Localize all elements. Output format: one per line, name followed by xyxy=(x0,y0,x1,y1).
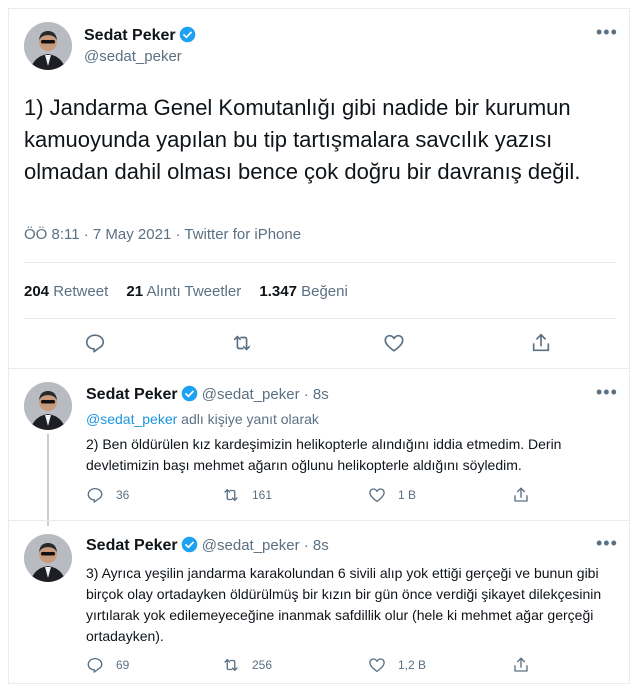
divider xyxy=(24,262,616,263)
retweet-button[interactable]: 161 xyxy=(222,486,272,504)
author-name[interactable]: Sedat Peker xyxy=(84,27,176,44)
share-icon xyxy=(512,656,530,674)
share-button[interactable] xyxy=(512,656,542,674)
avatar[interactable] xyxy=(24,534,72,582)
more-icon[interactable]: ••• xyxy=(596,533,618,554)
more-icon[interactable]: ••• xyxy=(596,22,618,43)
share-button[interactable] xyxy=(512,486,542,504)
author-name-row[interactable]: Sedat Peker xyxy=(84,26,196,45)
reply-text: 2) Ben öldürülen kız kardeşimizin heliko… xyxy=(86,436,562,473)
share-icon[interactable] xyxy=(530,332,552,354)
tweet-stats: 204 Retweet 21 Alıntı Tweetler 1.347 Beğ… xyxy=(24,283,362,300)
reply-button[interactable]: 36 xyxy=(86,486,129,504)
author-handle[interactable]: @sedat_peker xyxy=(202,537,300,554)
like-count: 1,2 B xyxy=(398,658,427,672)
reply-text: 3) Ayrıca yeşilin jandarma karakolundan … xyxy=(86,565,602,644)
like-icon xyxy=(368,486,386,504)
tweet-meta[interactable]: ÖÖ 8:11 · 7 May 2021 · Twitter for iPhon… xyxy=(24,226,301,243)
like-icon[interactable] xyxy=(383,332,405,354)
author-handle[interactable]: @sedat_peker xyxy=(84,48,182,65)
thread-line xyxy=(47,434,49,526)
quotes-stat[interactable]: 21 Alıntı Tweetler xyxy=(126,283,241,300)
tweet-time[interactable]: · 8s xyxy=(304,537,329,554)
author-name[interactable]: Sedat Peker xyxy=(86,386,178,403)
tweet-text: 1) Jandarma Genel Komutanlığı gibi nadid… xyxy=(24,95,581,184)
author-handle[interactable]: @sedat_peker xyxy=(202,386,300,403)
like-icon xyxy=(368,656,386,674)
author-name[interactable]: Sedat Peker xyxy=(86,537,178,554)
retweet-count: 161 xyxy=(252,488,273,502)
reply-count: 36 xyxy=(116,488,130,502)
share-icon xyxy=(512,486,530,504)
retweet-button[interactable]: 256 xyxy=(222,656,272,674)
reply-to-handle[interactable]: @sedat_peker xyxy=(86,411,177,427)
retweet-icon xyxy=(222,486,240,504)
like-button[interactable]: 1 B xyxy=(368,486,416,504)
verified-badge-icon xyxy=(181,385,198,402)
tweet-time[interactable]: · 8s xyxy=(304,386,329,403)
reply-button[interactable]: 69 xyxy=(86,656,129,674)
reply-icon xyxy=(86,486,104,504)
retweet-icon xyxy=(222,656,240,674)
like-count: 1 B xyxy=(398,488,417,502)
reply-icon[interactable] xyxy=(84,332,106,354)
reply-count: 69 xyxy=(116,658,130,672)
likes-stat[interactable]: 1.347 Beğeni xyxy=(259,283,347,300)
divider xyxy=(24,318,616,319)
retweet-icon[interactable] xyxy=(231,332,253,354)
reply-to-suffix: adlı kişiye yanıt olarak xyxy=(181,411,319,427)
more-icon[interactable]: ••• xyxy=(596,382,618,403)
like-button[interactable]: 1,2 B xyxy=(368,656,426,674)
avatar[interactable] xyxy=(24,22,72,70)
verified-badge-icon xyxy=(179,26,196,43)
reply-header[interactable]: Sedat Peker @sedat_peker · 8s xyxy=(86,385,329,404)
retweet-count: 256 xyxy=(252,658,273,672)
avatar[interactable] xyxy=(24,382,72,430)
reply-icon xyxy=(86,656,104,674)
divider xyxy=(9,520,629,521)
reply-to: @sedat_peker adlı kişiye yanıt olarak xyxy=(86,411,319,427)
verified-badge-icon xyxy=(181,536,198,553)
divider xyxy=(9,368,629,369)
reply-header[interactable]: Sedat Peker @sedat_peker · 8s xyxy=(86,536,329,555)
retweets-stat[interactable]: 204 Retweet xyxy=(24,283,108,300)
